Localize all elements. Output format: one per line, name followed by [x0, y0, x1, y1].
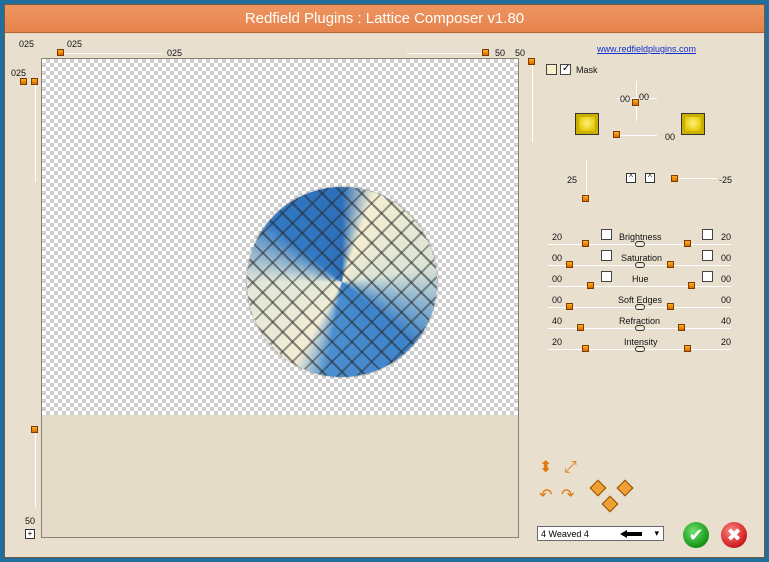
top-knob-value: 025: [67, 39, 83, 49]
light-value-c: 00: [665, 132, 676, 142]
soft-edges-link-icon[interactable]: [635, 304, 645, 310]
mask-color-box[interactable]: [546, 64, 557, 75]
tilt-slider-knob[interactable]: [671, 175, 678, 182]
top-mid-value: 025: [167, 48, 183, 58]
arrow-left-icon: [620, 530, 642, 538]
left-vertical-slider-knob-a[interactable]: [20, 78, 27, 85]
saturation-slider-knob-left[interactable]: [566, 261, 573, 268]
refraction-slider-knob-right[interactable]: [678, 324, 685, 331]
saturation-checkbox-left[interactable]: [601, 250, 612, 261]
depth-slider-track[interactable]: [586, 160, 587, 196]
soft-edges-slider-knob-right[interactable]: [667, 303, 674, 310]
intensity-link-icon[interactable]: [635, 346, 645, 352]
brightness-left-value: 20: [552, 232, 563, 242]
top-right-slider-track[interactable]: [407, 53, 482, 54]
hue-slider-knob-left[interactable]: [587, 282, 594, 289]
random-dice-icon-a[interactable]: [589, 479, 607, 497]
balance-slider-track[interactable]: [615, 135, 657, 136]
left-vertical-slider-knob-b[interactable]: [31, 78, 38, 85]
brightness-slider-knob-left[interactable]: [582, 240, 589, 247]
right-vertical-slider-track[interactable]: [532, 62, 533, 142]
intensity-slider-knob-left[interactable]: [582, 345, 589, 352]
saturation-link-icon[interactable]: [635, 262, 645, 268]
hue-slider-track[interactable]: [548, 286, 731, 287]
ok-button[interactable]: ✔: [683, 522, 709, 548]
preset-selected-value: 4 Weaved 4: [541, 529, 589, 539]
preview-canvas[interactable]: [41, 58, 519, 538]
right-vertical-slider-knob[interactable]: [528, 58, 535, 65]
saturation-right-value: 00: [721, 253, 732, 263]
random-dice-icon-b[interactable]: [616, 479, 634, 497]
hue-label: Hue: [632, 274, 649, 284]
intensity-left-value: 20: [552, 337, 563, 347]
brightness-slider-knob-right[interactable]: [684, 240, 691, 247]
cancel-button[interactable]: ✖: [721, 522, 747, 548]
lattice-preview-image: [247, 187, 437, 377]
rotate-right-icon[interactable]: ↷: [561, 488, 574, 504]
color-swatch-left[interactable]: [575, 113, 599, 135]
left-top-value: 025: [11, 68, 27, 78]
mask-checkbox[interactable]: [560, 63, 571, 75]
soft-edges-left-value: 00: [552, 295, 563, 305]
light-value-a: 00: [620, 94, 631, 104]
brightness-checkbox-left[interactable]: [601, 229, 612, 240]
light-value-b: 00: [639, 92, 650, 102]
saturation-left-value: 00: [552, 253, 563, 263]
top-left-value: 025: [19, 39, 35, 49]
mask-label: Mask: [576, 65, 598, 75]
zoom-plus-button[interactable]: +: [25, 529, 35, 539]
top-right-value-b: 50: [515, 48, 526, 58]
preset-select[interactable]: 4 Weaved 4 ▾: [537, 526, 664, 541]
tilt-value: -25: [719, 175, 733, 185]
flip-vertical-icon[interactable]: ⬍: [539, 460, 552, 476]
rotate-left-icon[interactable]: ↶: [539, 488, 552, 504]
depth-slider-knob[interactable]: [582, 195, 589, 202]
hue-slider-knob-right[interactable]: [688, 282, 695, 289]
intensity-slider-knob-right[interactable]: [684, 345, 691, 352]
balance-slider-knob[interactable]: [613, 131, 620, 138]
saturation-slider-knob-right[interactable]: [667, 261, 674, 268]
refraction-link-icon[interactable]: [635, 325, 645, 331]
soft-edges-right-value: 00: [721, 295, 732, 305]
left-vertical-slider-track[interactable]: [35, 82, 36, 182]
hue-left-value: 00: [552, 274, 563, 284]
top-horizontal-slider-track[interactable]: [60, 53, 162, 54]
refraction-right-value: 40: [721, 316, 732, 326]
top-horizontal-slider-knob[interactable]: [57, 49, 64, 56]
top-right-slider-knob[interactable]: [482, 49, 489, 56]
hue-checkbox-right[interactable]: [702, 271, 713, 282]
chevron-down-icon: ▾: [654, 528, 659, 538]
tilt-up-left-button[interactable]: ^: [626, 173, 636, 183]
left-bottom-slider-track[interactable]: [35, 432, 36, 508]
title-bar[interactable]: Redfield Plugins : Lattice Composer v1.8…: [5, 5, 764, 33]
brightness-right-value: 20: [721, 232, 732, 242]
brightness-link-icon[interactable]: [635, 241, 645, 247]
resize-diagonal-icon[interactable]: ⤢: [564, 460, 577, 476]
saturation-checkbox-right[interactable]: [702, 250, 713, 261]
refraction-left-value: 40: [552, 316, 563, 326]
left-bottom-slider-knob[interactable]: [31, 426, 38, 433]
tilt-up-right-button[interactable]: ^: [645, 173, 655, 183]
color-swatch-right[interactable]: [681, 113, 705, 135]
hue-right-value: 00: [721, 274, 732, 284]
plugin-window: Redfield Plugins : Lattice Composer v1.8…: [4, 4, 765, 558]
left-bottom-value: 50: [25, 516, 36, 526]
refraction-slider-knob-left[interactable]: [577, 324, 584, 331]
depth-value: 25: [567, 175, 578, 185]
hue-checkbox-left[interactable]: [601, 271, 612, 282]
random-dice-icon-c[interactable]: [601, 495, 619, 513]
window-title: Redfield Plugins : Lattice Composer v1.8…: [244, 10, 525, 27]
light-position-knob[interactable]: [632, 99, 639, 106]
brightness-checkbox-right[interactable]: [702, 229, 713, 240]
intensity-right-value: 20: [721, 337, 732, 347]
soft-edges-slider-knob-left[interactable]: [566, 303, 573, 310]
website-link[interactable]: www.redfieldplugins.com: [597, 44, 696, 54]
top-right-value-a: 50: [495, 48, 506, 58]
